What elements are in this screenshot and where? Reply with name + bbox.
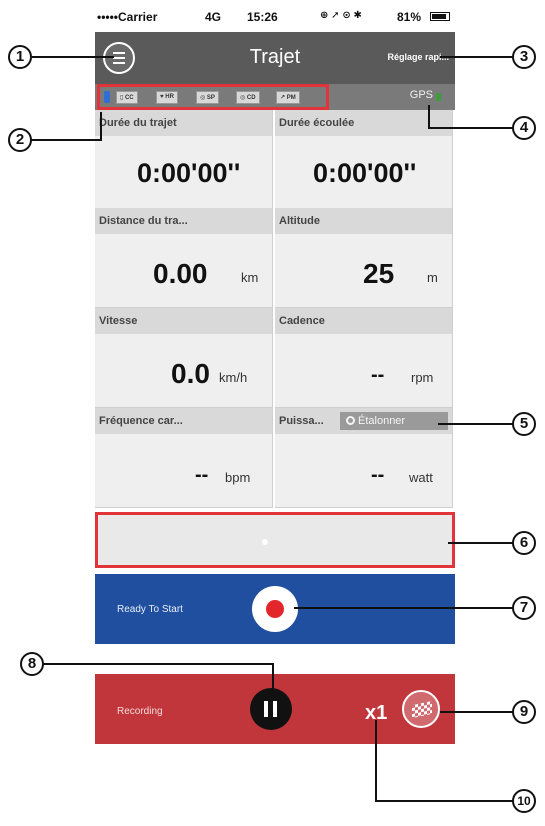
leader-line	[428, 127, 514, 129]
sensor-cc[interactable]: ▯ CC	[116, 91, 138, 104]
checkered-flag-icon	[412, 700, 432, 719]
refresh-icon	[346, 416, 355, 425]
clock: 15:26	[247, 10, 278, 24]
tile-elapsed-time[interactable]: Durée écoulée 0:00'00''	[275, 110, 453, 210]
leader-line	[294, 607, 514, 609]
status-icons: ⊕ ➚ ⊙ ✱	[320, 10, 362, 21]
battery-percent: 81%	[397, 10, 422, 24]
tile-label: Cadence	[275, 308, 452, 334]
callout-10: 10	[512, 789, 536, 813]
callout-7: 7	[512, 596, 536, 620]
callout-2: 2	[8, 128, 32, 152]
leader-line	[440, 711, 514, 713]
page-dot	[262, 539, 268, 545]
leader-line	[100, 112, 102, 140]
sensor-status-bar: ▯ CC ♥ HR ◎ SP ◎ CD ↗ PM GPS	[95, 84, 455, 110]
tile-label: Distance du tra...	[95, 208, 272, 234]
leader-line	[272, 663, 274, 697]
callout-9: 9	[512, 700, 536, 724]
tile-unit: rpm	[411, 370, 434, 385]
callout-3: 3	[512, 45, 536, 69]
network-label: 4G	[205, 10, 222, 24]
ready-label: Ready To Start	[117, 604, 183, 615]
leader-line	[448, 542, 514, 544]
tile-value: --	[371, 464, 385, 486]
tile-value: 0:00'00''	[137, 158, 241, 188]
record-button[interactable]	[252, 586, 298, 632]
leader-line	[375, 800, 514, 802]
sensor-hr[interactable]: ♥ HR	[156, 91, 178, 104]
tile-label: Altitude	[275, 208, 452, 234]
bluetooth-icon	[104, 91, 110, 103]
sensor-pm[interactable]: ↗ PM	[276, 91, 300, 104]
sensor-cd[interactable]: ◎ CD	[236, 91, 260, 104]
tile-value: --	[371, 364, 385, 386]
tile-speed[interactable]: Vitesse 0.0 km/h	[95, 308, 273, 408]
callout-5: 5	[512, 412, 536, 436]
carrier-label: •••••Carrier	[97, 10, 158, 24]
tile-cadence[interactable]: Cadence -- rpm	[275, 308, 453, 408]
tile-trip-distance[interactable]: Distance du tra... 0.00 km	[95, 208, 273, 308]
gps-signal-icon	[436, 93, 441, 101]
tile-unit: km	[241, 270, 259, 285]
tile-label: Fréquence car...	[95, 408, 272, 434]
page-title: Trajet	[249, 46, 301, 68]
tile-unit: km/h	[219, 370, 248, 385]
leader-line	[42, 663, 274, 665]
leader-line	[375, 720, 377, 802]
finish-flag-button[interactable]	[402, 690, 440, 728]
tile-unit: m	[427, 270, 438, 285]
callout-4: 4	[512, 116, 536, 140]
status-bar: •••••Carrier 4G 15:26 ⊕ ➚ ⊙ ✱ 81%	[95, 8, 455, 26]
recording-label: Recording	[117, 706, 163, 717]
battery-icon	[430, 12, 450, 21]
leader-line	[428, 105, 430, 129]
callout-1: 1	[8, 45, 32, 69]
tile-label: Durée du trajet	[95, 110, 272, 136]
tile-unit: watt	[409, 470, 433, 485]
tile-power[interactable]: Puissa... Étalonner -- watt	[275, 408, 453, 508]
tile-value: 0:00'00''	[313, 158, 417, 188]
tile-altitude[interactable]: Altitude 25 m	[275, 208, 453, 308]
sensor-highlight: ▯ CC ♥ HR ◎ SP ◎ CD ↗ PM	[97, 84, 329, 110]
calibrate-button[interactable]: Étalonner	[340, 412, 448, 430]
nav-bar: Trajet Réglage rapi...	[95, 32, 455, 84]
tile-label: Vitesse	[95, 308, 272, 334]
tile-label: Durée écoulée	[275, 110, 452, 136]
ready-bar: Ready To Start	[95, 574, 455, 644]
leader-line	[30, 139, 102, 141]
phone-screen: •••••Carrier 4G 15:26 ⊕ ➚ ⊙ ✱ 81% Trajet…	[95, 0, 455, 826]
pause-button[interactable]	[250, 688, 292, 730]
sensor-sp[interactable]: ◎ SP	[196, 91, 219, 104]
tile-value: 25	[363, 258, 395, 289]
recording-bar: Recording x1	[95, 674, 455, 744]
leader-line	[440, 56, 514, 58]
page-indicator-strip[interactable]	[95, 512, 455, 568]
tile-value: --	[195, 464, 209, 486]
tile-value: 0.0	[171, 358, 210, 389]
tile-trip-duration[interactable]: Durée du trajet 0:00'00''	[95, 110, 273, 210]
tile-heart-rate[interactable]: Fréquence car... -- bpm	[95, 408, 273, 508]
callout-8: 8	[20, 652, 44, 676]
leader-line	[32, 56, 114, 58]
callout-6: 6	[512, 531, 536, 555]
tile-unit: bpm	[225, 470, 251, 485]
leader-line	[438, 423, 514, 425]
gps-label: GPS	[409, 89, 433, 101]
menu-icon[interactable]	[103, 42, 135, 74]
tile-value: 0.00	[153, 258, 208, 289]
